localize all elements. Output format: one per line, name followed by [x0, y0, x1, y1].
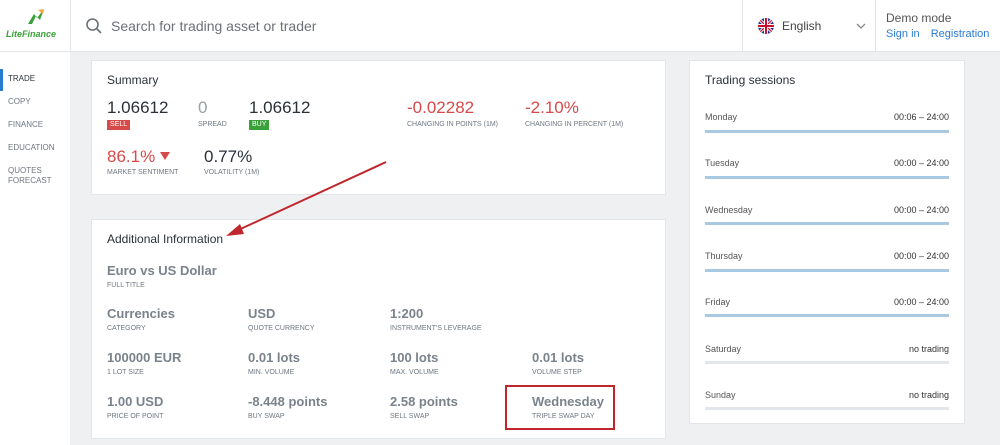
volume-step-label: VOLUME STEP — [532, 369, 582, 376]
category-value: Currencies — [107, 306, 175, 321]
market-sentiment-value: 86.1% — [107, 147, 156, 166]
down-triangle-icon — [160, 152, 170, 160]
session-day: Tuesday — [705, 158, 740, 168]
sidebar-item-education[interactable]: EDUCATION — [8, 143, 64, 153]
session-time: 00:00 – 24:00 — [893, 205, 949, 215]
additional-info-card: Additional Information Euro vs US Dollar… — [91, 219, 666, 439]
sell-price: 1.06612 — [107, 98, 169, 117]
sell-badge[interactable]: SELL — [107, 120, 131, 130]
spread-label: SPREAD — [198, 121, 227, 128]
session-bar — [705, 176, 949, 179]
triple-swap-label: TRIPLE SWAP DAY — [532, 413, 595, 420]
change-percent-value: -2.10% — [525, 98, 579, 117]
session-day: Friday — [705, 297, 731, 307]
search-bar — [70, 0, 742, 52]
change-points-value: -0.02282 — [407, 98, 475, 117]
quote-currency-label: QUOTE CURRENCY — [248, 325, 315, 332]
sidebar-item-quotes-forecast[interactable]: QUOTES FORECAST — [8, 166, 64, 186]
sign-in-link[interactable]: Sign in — [886, 28, 920, 40]
active-marker — [0, 69, 3, 91]
session-time: 00:06 – 24:00 — [893, 112, 949, 122]
buy-price: 1.06612 — [249, 98, 311, 117]
leverage-value: 1:200 — [390, 306, 424, 321]
sell-swap-value: 2.58 points — [390, 394, 458, 409]
top-header: LiteFinance English Demo mode Sign in Re… — [0, 0, 1000, 52]
max-volume-label: MAX. VOLUME — [390, 369, 439, 376]
spread-value: 0 — [198, 98, 208, 117]
session-day: Saturday — [705, 344, 742, 354]
full-title-label: FULL TITLE — [107, 282, 145, 289]
session-bar — [705, 222, 949, 225]
search-icon[interactable] — [85, 17, 103, 35]
demo-mode-label: Demo mode — [886, 11, 952, 25]
triple-swap-value: Wednesday — [532, 394, 605, 409]
session-bar — [705, 314, 949, 317]
uk-flag-icon — [758, 18, 774, 34]
quote-currency-value: USD — [248, 306, 276, 321]
session-bar — [705, 269, 949, 272]
sidebar: TRADE COPY FINANCE EDUCATION QUOTES FORE… — [0, 52, 70, 445]
session-time: no trading — [908, 390, 949, 400]
lot-size-label: 1 LOT SIZE — [107, 369, 144, 376]
volume-step-value: 0.01 lots — [532, 350, 585, 365]
language-selector[interactable]: English — [742, 0, 876, 52]
price-of-point-label: PRICE OF POINT — [107, 413, 164, 420]
market-sentiment-label: MARKET SENTIMENT — [107, 169, 179, 176]
summary-title: Summary — [107, 73, 159, 87]
min-volume-value: 0.01 lots — [248, 350, 301, 365]
sidebar-item-finance[interactable]: FINANCE — [8, 120, 64, 130]
session-time: no trading — [908, 344, 949, 354]
session-day: Thursday — [705, 251, 743, 261]
summary-card: Summary 1.06612 SELL 0 SPREAD 1.06612 BU… — [91, 60, 666, 195]
buy-swap-label: BUY SWAP — [248, 413, 285, 420]
change-points-label: CHANGING IN POINTS (1M) — [407, 121, 499, 128]
sell-swap-label: SELL SWAP — [390, 413, 430, 420]
buy-swap-value: -8.448 points — [248, 394, 328, 409]
search-input[interactable] — [111, 14, 711, 38]
lot-size-value: 100000 EUR — [107, 350, 182, 365]
trading-sessions-card: Trading sessions Monday 00:06 – 24:00 Tu… — [689, 60, 965, 424]
volatility-label: VOLATILITY (1M) — [204, 169, 260, 176]
max-volume-value: 100 lots — [390, 350, 439, 365]
sidebar-item-copy[interactable]: COPY — [8, 97, 64, 107]
sidebar-item-trade[interactable]: TRADE — [8, 74, 64, 84]
leverage-label: INSTRUMENT'S LEVERAGE — [390, 325, 482, 332]
session-bar — [705, 407, 949, 410]
price-of-point-value: 1.00 USD — [107, 394, 164, 409]
additional-info-title: Additional Information — [107, 232, 224, 246]
logo-mark-icon — [28, 9, 44, 24]
registration-link[interactable]: Registration — [931, 28, 990, 40]
session-day: Monday — [705, 112, 738, 122]
session-time: 00:00 – 24:00 — [893, 297, 949, 307]
volatility-value: 0.77% — [204, 147, 253, 166]
chevron-down-icon — [856, 23, 866, 29]
account-area: Demo mode Sign in Registration — [886, 11, 997, 40]
session-day: Sunday — [705, 390, 736, 400]
session-time: 00:00 – 24:00 — [893, 158, 949, 168]
category-label: CATEGORY — [107, 325, 146, 332]
min-volume-label: MIN. VOLUME — [248, 369, 295, 376]
litefinance-logo[interactable]: LiteFinance — [6, 8, 66, 44]
session-time: 00:00 – 24:00 — [893, 251, 949, 261]
logo-text: LiteFinance — [6, 29, 57, 39]
session-day: Wednesday — [705, 205, 753, 215]
language-label: English — [782, 19, 822, 33]
session-bar — [705, 361, 949, 364]
buy-badge[interactable]: BUY — [249, 120, 270, 130]
session-bar — [705, 130, 949, 133]
full-title-value: Euro vs US Dollar — [107, 263, 217, 278]
trading-sessions-title: Trading sessions — [705, 73, 796, 87]
change-percent-label: CHANGING IN PERCENT (1M) — [525, 121, 624, 128]
